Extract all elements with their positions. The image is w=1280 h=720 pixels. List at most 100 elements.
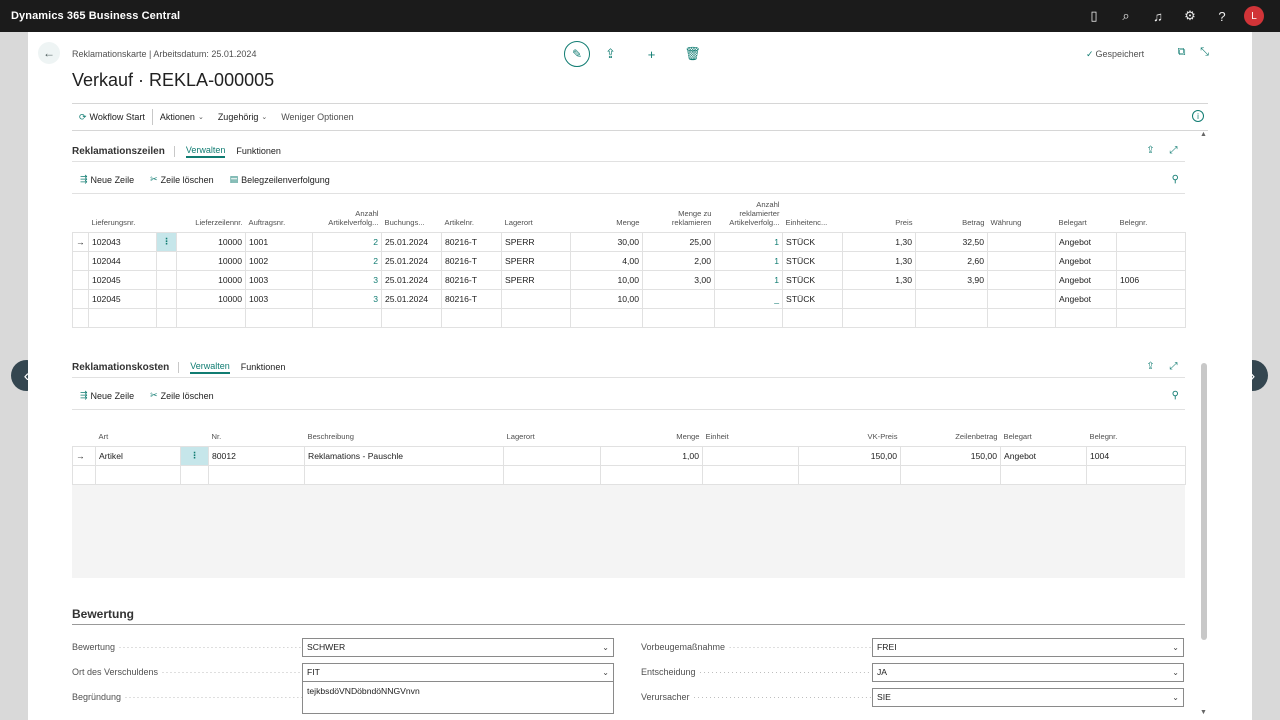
- col-header[interactable]: VK-Preis: [799, 427, 901, 446]
- fewer-options-button[interactable]: Weniger Optionen: [274, 112, 360, 122]
- cell-amount[interactable]: 3,90: [915, 269, 988, 290]
- col-header[interactable]: Nr.: [209, 427, 305, 446]
- tab-functions[interactable]: Funktionen: [236, 146, 281, 157]
- cell-location[interactable]: [501, 288, 571, 309]
- col-header[interactable]: Lagerort: [502, 195, 571, 232]
- cell-amount[interactable]: [915, 288, 988, 309]
- entscheidung-select[interactable]: JA ⌄: [872, 662, 1184, 682]
- col-header[interactable]: Belegnr.: [1117, 195, 1186, 232]
- cell-unit[interactable]: STÜCK: [782, 250, 843, 271]
- expand-icon[interactable]: ⤢: [1162, 361, 1185, 372]
- col-header[interactable]: Menge: [601, 427, 703, 446]
- cell-sales-price[interactable]: 150,00: [798, 445, 901, 466]
- cell-order-no[interactable]: 1003: [245, 288, 313, 309]
- cell-currency[interactable]: [987, 250, 1056, 271]
- cell-complained-tracking[interactable]: 1: [714, 250, 783, 271]
- cell-description[interactable]: Reklamations - Pauschle: [304, 445, 504, 466]
- cell-shipment-line-no[interactable]: 10000: [176, 231, 246, 252]
- collapse-icon[interactable]: ⤡: [1193, 46, 1216, 59]
- cell-location[interactable]: SPERR: [501, 250, 571, 271]
- cell-item-no[interactable]: 80216-T: [441, 250, 502, 271]
- cell-quantity[interactable]: 1,00: [600, 445, 703, 466]
- cell-no[interactable]: 80012: [208, 445, 305, 466]
- cell-quantity[interactable]: 4,00: [570, 250, 643, 271]
- cell-posting-date[interactable]: 25.01.2024: [381, 269, 442, 290]
- app-title[interactable]: Dynamics 365 Business Central: [11, 10, 180, 22]
- table-row-empty[interactable]: [72, 464, 1186, 485]
- cell-complained-tracking[interactable]: _: [714, 288, 783, 309]
- cell-item-no[interactable]: 80216-T: [441, 269, 502, 290]
- document-icon[interactable]: ▯: [1078, 0, 1110, 32]
- cell-shipment-line-no[interactable]: 10000: [176, 269, 246, 290]
- cell-price[interactable]: [842, 288, 916, 309]
- cell-unit[interactable]: [702, 445, 799, 466]
- cell-unit[interactable]: STÜCK: [782, 288, 843, 309]
- new-record-button[interactable]: +: [631, 41, 672, 67]
- expand-icon[interactable]: ⤢: [1162, 145, 1185, 156]
- cell-currency[interactable]: [987, 231, 1056, 252]
- col-header[interactable]: Lieferungsnr.: [89, 195, 157, 232]
- cell-shipment-no[interactable]: 102045: [88, 288, 157, 309]
- cell-line-amount[interactable]: 150,00: [900, 445, 1001, 466]
- cell-complained-tracking[interactable]: 1: [714, 269, 783, 290]
- workflow-start-button[interactable]: ⟳ Wokflow Start: [72, 112, 152, 123]
- cell-shipment-no[interactable]: 102043: [88, 231, 157, 252]
- col-header[interactable]: Anzahl Artikelverfolg...: [313, 195, 382, 232]
- table-row[interactable]: → Artikel ⋮ 80012 Reklamations - Pauschl…: [72, 445, 1186, 466]
- col-header[interactable]: Menge: [571, 195, 643, 232]
- edit-button[interactable]: ✎: [564, 41, 590, 67]
- col-header[interactable]: Einheitenc...: [783, 195, 843, 232]
- table-row[interactable]: 102044 10000 1002 2 25.01.2024 80216-T S…: [72, 250, 1186, 271]
- cell-location[interactable]: [503, 445, 601, 466]
- ort-des-verschuldens-select[interactable]: FIT ⌄: [302, 662, 614, 682]
- share-icon[interactable]: ⇪: [1139, 145, 1162, 156]
- related-menu[interactable]: Zugehörig ⌄: [211, 112, 274, 122]
- cell-item-tracking-count[interactable]: 2: [312, 231, 382, 252]
- row-actions-button[interactable]: ⋮: [180, 445, 209, 466]
- cell-type[interactable]: Artikel: [95, 445, 181, 466]
- cell-document-no[interactable]: 1006: [1116, 269, 1186, 290]
- cell-currency[interactable]: [987, 269, 1056, 290]
- col-header[interactable]: Belegnr.: [1087, 427, 1186, 446]
- table-row[interactable]: 102045 10000 1003 3 25.01.2024 80216-T S…: [72, 269, 1186, 290]
- cell-shipment-no[interactable]: 102044: [88, 250, 157, 271]
- cell-document-type[interactable]: Angebot: [1055, 250, 1117, 271]
- vertical-scrollbar[interactable]: ▲ ▼: [1199, 131, 1209, 720]
- cell-shipment-line-no[interactable]: 10000: [176, 288, 246, 309]
- new-line-button[interactable]: ⇶ Neue Zeile: [80, 390, 134, 401]
- verursacher-select[interactable]: SIE ⌄: [872, 687, 1184, 707]
- info-icon[interactable]: i: [1192, 110, 1204, 122]
- cell-document-type[interactable]: Angebot: [1055, 231, 1117, 252]
- cell-price[interactable]: 1,30: [842, 269, 916, 290]
- col-header[interactable]: Lieferzeilennr.: [177, 195, 246, 232]
- cell-unit[interactable]: STÜCK: [782, 231, 843, 252]
- help-icon[interactable]: ?: [1206, 0, 1238, 32]
- delete-record-button[interactable]: 🗑: [672, 41, 713, 67]
- line-tracking-button[interactable]: ▤ Belegzeilenverfolgung: [230, 174, 330, 185]
- delete-line-button[interactable]: ✂ Zeile löschen: [150, 174, 214, 185]
- cell-amount[interactable]: 32,50: [915, 231, 988, 252]
- col-header[interactable]: Zeilenbetrag: [901, 427, 1001, 446]
- cell-price[interactable]: 1,30: [842, 250, 916, 271]
- cell-quantity[interactable]: 30,00: [570, 231, 643, 252]
- cell-shipment-line-no[interactable]: 10000: [176, 250, 246, 271]
- cell-item-tracking-count[interactable]: 3: [312, 269, 382, 290]
- cell-document-no[interactable]: [1116, 288, 1186, 309]
- col-header[interactable]: Belegart: [1001, 427, 1087, 446]
- col-header[interactable]: Währung: [988, 195, 1056, 232]
- col-header[interactable]: Buchungs...: [382, 195, 442, 232]
- user-menu[interactable]: L: [1238, 0, 1270, 32]
- actions-menu[interactable]: Aktionen ⌄: [153, 112, 211, 122]
- scrollbar-thumb[interactable]: [1201, 363, 1207, 640]
- col-header[interactable]: Artikelnr.: [442, 195, 502, 232]
- table-row[interactable]: 102045 10000 1003 3 25.01.2024 80216-T 1…: [72, 288, 1186, 309]
- col-header[interactable]: Auftragsnr.: [246, 195, 313, 232]
- share-icon[interactable]: ⇪: [1139, 361, 1162, 372]
- cell-quantity[interactable]: 10,00: [570, 269, 643, 290]
- cell-location[interactable]: SPERR: [501, 269, 571, 290]
- col-header[interactable]: Belegart: [1056, 195, 1117, 232]
- cell-posting-date[interactable]: 25.01.2024: [381, 250, 442, 271]
- begruendung-textarea[interactable]: tejkbsdöVNDöbndöNNGVnvn: [302, 680, 614, 714]
- cell-item-tracking-count[interactable]: 2: [312, 250, 382, 271]
- cell-posting-date[interactable]: 25.01.2024: [381, 288, 442, 309]
